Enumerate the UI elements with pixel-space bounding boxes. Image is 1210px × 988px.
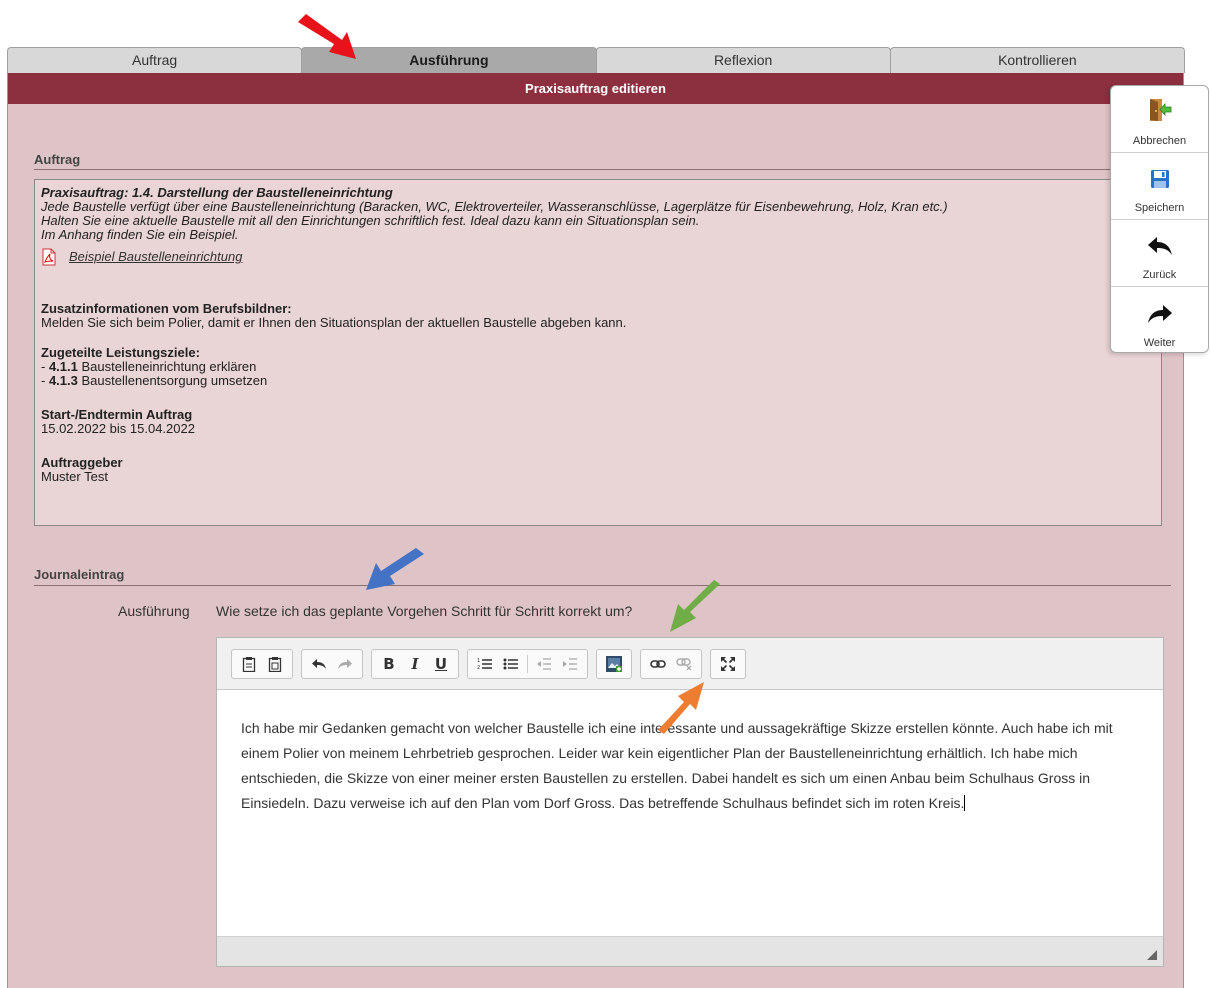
green-annotation-arrow [670,580,720,632]
journal-question: Wie setze ich das geplante Vorgehen Schr… [216,603,633,619]
tab-kontrollieren[interactable]: Kontrollieren [889,47,1185,73]
termin-title: Start-/Endtermin Auftrag [41,407,193,422]
bullet-list-icon[interactable] [498,651,524,677]
auftrag-box: Praxisauftrag: 1.4. Darstellung der Baus… [34,179,1162,526]
blue-annotation-arrow [366,548,424,590]
back-button[interactable]: Zurück [1111,220,1208,287]
editor-statusbar [217,936,1163,966]
fullscreen-icon[interactable] [715,651,741,677]
journal-field-label: Ausführung [118,603,190,619]
fullscreen-group [710,648,746,679]
page: Auftrag Ausführung Reflexion Kontrollier… [0,0,1210,988]
link-group [640,648,702,679]
floppy-disk-icon [1150,169,1170,192]
format-group: B I U [371,648,459,679]
auftrag-divider [34,169,1171,170]
auftrag-line: Im Anhang finden Sie ein Beispiel. [41,227,239,242]
tab-bar: Auftrag Ausführung Reflexion Kontrollier… [7,47,1185,73]
attachment-label: Beispiel Baustelleneinrichtung [69,249,243,264]
ziel-text: Baustelleneinrichtung erklären [81,359,257,374]
svg-text:2: 2 [477,665,480,671]
geber-title: Auftraggeber [41,455,123,470]
history-group [301,648,363,679]
ziel-code: 4.1.3 [48,373,78,388]
numbered-list-icon[interactable]: 12 [472,651,498,677]
svg-text:1: 1 [477,658,480,664]
undo-icon[interactable] [306,651,332,677]
image-group [596,648,632,679]
tab-auftrag[interactable]: Auftrag [7,47,303,73]
journal-section-title: Journaleintrag [34,567,125,582]
ziel-dash: - [41,359,49,374]
indent-icon[interactable] [557,651,583,677]
link-icon[interactable] [645,651,671,677]
resize-handle[interactable] [1147,950,1157,960]
zusatz-block: Zusatzinformationen vom Berufsbildner: M… [41,302,1155,330]
next-label: Weiter [1143,337,1176,349]
forward-arrow-icon [1147,304,1173,327]
ziel-item: - 4.1.3 Baustellenentsorgung umsetzen [41,374,1155,388]
ziele-title: Zugeteilte Leistungsziele: [41,345,200,360]
next-button[interactable]: Weiter [1111,287,1208,354]
outdent-icon[interactable] [531,651,557,677]
save-button[interactable]: Speichern [1111,153,1208,220]
orange-annotation-arrow [658,682,704,734]
toolbar-separator [527,654,528,673]
zusatz-text: Melden Sie sich beim Polier, damit er Ih… [41,315,627,330]
journal-divider [34,585,1171,586]
save-label: Speichern [1134,202,1185,214]
auftrag-heading: Praxisauftrag: 1.4. Darstellung der Baus… [41,185,393,200]
auftrag-line: Halten Sie eine aktuelle Baustelle mit a… [41,213,700,228]
pdf-icon [41,248,57,266]
cancel-button[interactable]: Abbrechen [1111,86,1208,153]
main-panel: Praxisauftrag editieren Auftrag Praxisau… [7,73,1184,988]
exit-door-icon [1147,98,1173,125]
red-annotation-arrow [298,14,356,59]
ziel-code: 4.1.1 [48,359,78,374]
panel-title: Praxisauftrag editieren [8,73,1183,104]
termin-text: 15.02.2022 bis 15.04.2022 [41,421,195,436]
insert-image-icon[interactable] [601,651,627,677]
bold-button[interactable]: B [376,651,402,677]
termin-block: Start-/Endtermin Auftrag 15.02.2022 bis … [41,408,1155,436]
underline-button[interactable]: U [428,651,454,677]
zusatz-title: Zusatzinformationen vom Berufsbildner: [41,301,292,316]
paste-word-icon[interactable] [262,651,288,677]
redo-icon[interactable] [332,651,358,677]
list-group: 12 [467,648,588,679]
clipboard-group [231,648,293,679]
back-label: Zurück [1142,269,1177,281]
unlink-icon[interactable] [671,651,697,677]
auftrag-line: Jede Baustelle verfügt über eine Baustel… [41,199,948,214]
ziel-dash: - [41,373,49,388]
text-caret [964,795,966,811]
ziel-text: Baustellenentsorgung umsetzen [81,373,268,388]
paste-icon[interactable] [236,651,262,677]
italic-button[interactable]: I [402,651,428,677]
side-action-panel: Abbrechen Speichern Zurück Weiter [1110,85,1209,353]
ziele-block: Zugeteilte Leistungsziele: - 4.1.1 Baust… [41,346,1155,388]
back-arrow-icon [1147,236,1173,259]
auftrag-section-title: Auftrag [34,152,81,167]
cancel-label: Abbrechen [1132,135,1187,147]
ziel-item: - 4.1.1 Baustelleneinrichtung erklären [41,360,1155,374]
geber-text: Muster Test [41,469,108,484]
geber-block: Auftraggeber Muster Test [41,456,1155,484]
attachment-link[interactable]: Beispiel Baustelleneinrichtung [41,248,1155,266]
tab-reflexion[interactable]: Reflexion [595,47,891,73]
